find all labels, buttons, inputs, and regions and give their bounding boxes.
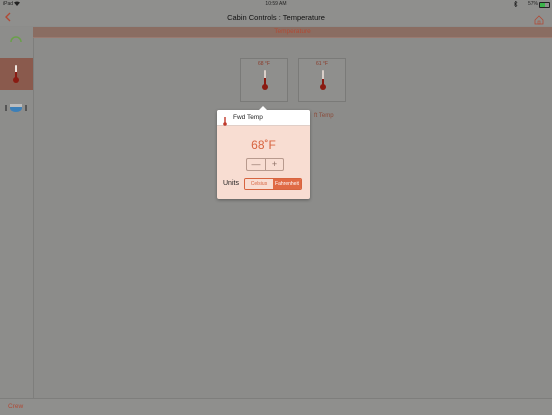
section-header: Temperature	[33, 27, 552, 38]
decrement-button[interactable]: —	[247, 159, 266, 170]
aft-temp-label: ft Temp	[314, 113, 334, 119]
battery-percent: 57%	[527, 1, 538, 7]
main-content	[34, 38, 552, 398]
fwd-temp-value: 68 °F	[257, 61, 270, 67]
aft-temp-tile[interactable]: 61 °F	[298, 58, 346, 102]
popover-header: Fwd Temp	[217, 110, 310, 126]
window-shade-icon	[4, 100, 28, 118]
section-title: Temperature	[274, 28, 311, 35]
status-time: 10:59 AM	[265, 1, 287, 7]
sidebar-item-temperature[interactable]	[0, 58, 33, 90]
increment-button[interactable]: +	[266, 159, 283, 170]
thermometer-icon	[12, 64, 20, 89]
home-icon[interactable]	[534, 12, 544, 25]
status-bar: iPad 10:59 AM 57%	[0, 0, 552, 9]
crew-button[interactable]: Crew	[8, 403, 23, 410]
aft-temp-value: 61 °F	[315, 61, 328, 67]
navigation-bar: Cabin Controls : Temperature	[0, 9, 552, 26]
bottom-bar: Crew	[0, 398, 552, 415]
thermometer-icon	[262, 69, 268, 96]
fwd-temp-popover: Fwd Temp 68˚F — + Units Celsius Fahrenhe…	[217, 106, 310, 199]
page-title: Cabin Controls : Temperature	[227, 13, 325, 22]
units-label: Units	[223, 180, 239, 187]
temperature-value: 68˚F	[251, 138, 276, 152]
popover-title: Fwd Temp	[233, 114, 263, 121]
dial-icon	[10, 29, 22, 47]
battery-icon	[539, 2, 550, 8]
temperature-stepper: — +	[246, 158, 284, 171]
thermometer-icon	[223, 113, 227, 131]
units-segmented-control: Celsius Fahrenheit	[244, 178, 302, 190]
sidebar	[0, 27, 34, 398]
celsius-segment[interactable]: Celsius	[245, 179, 273, 189]
bluetooth-icon	[513, 0, 518, 9]
thermometer-icon	[320, 69, 326, 96]
sidebar-item-window-shades[interactable]	[0, 90, 33, 122]
sidebar-item-lighting[interactable]	[0, 27, 33, 59]
fwd-temp-tile[interactable]: 68 °F	[240, 58, 288, 102]
fahrenheit-segment[interactable]: Fahrenheit	[273, 179, 301, 189]
